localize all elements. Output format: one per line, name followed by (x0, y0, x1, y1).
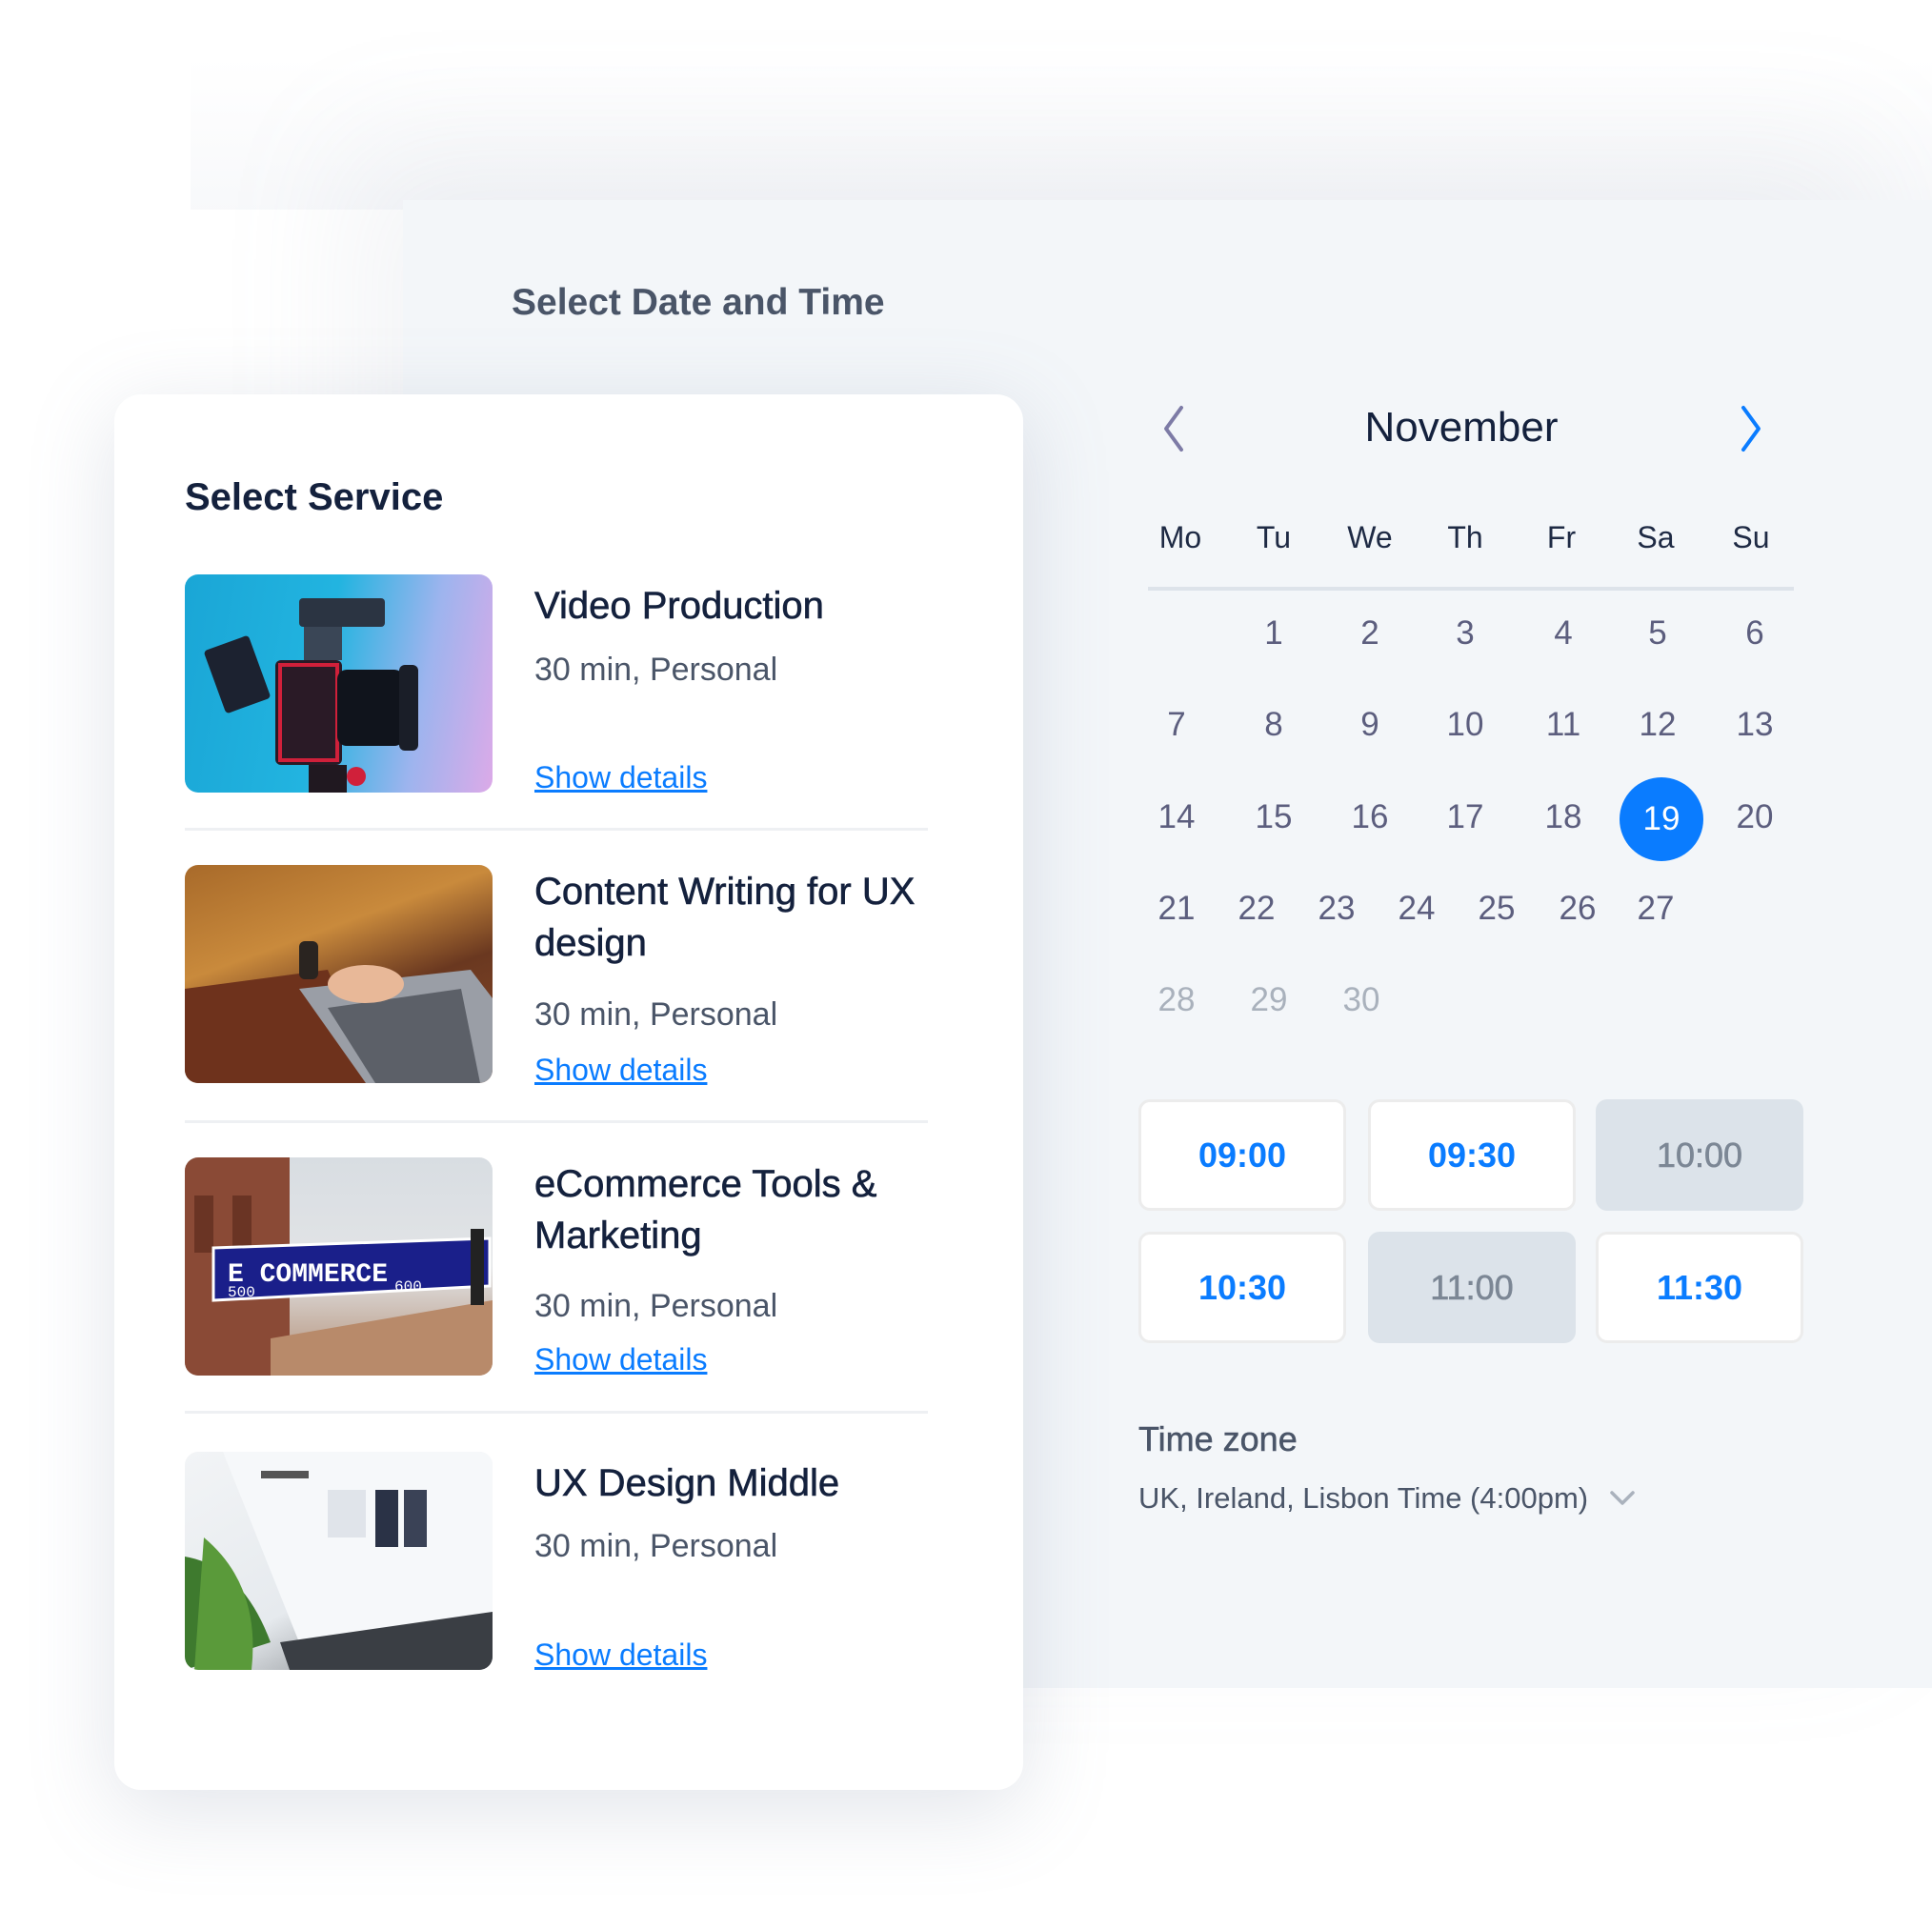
time-slot-available[interactable]: 09:00 (1138, 1099, 1346, 1211)
calendar-day[interactable]: 5 (1620, 614, 1696, 653)
month-label: November (1364, 404, 1559, 451)
calendar-day[interactable]: 21 (1138, 890, 1215, 928)
calendar-day[interactable]: 27 (1618, 890, 1694, 928)
calendar-day[interactable]: 6 (1717, 614, 1793, 653)
divider (185, 1411, 928, 1414)
service-title: UX Design Middle (534, 1462, 840, 1505)
weekday-label: Mo (1158, 520, 1202, 554)
calendar-day[interactable]: 7 (1138, 706, 1215, 744)
service-meta: 30 min, Personal (534, 652, 778, 688)
calendar-day[interactable]: 4 (1525, 614, 1601, 653)
calendar-day[interactable]: 24 (1379, 890, 1455, 928)
service-image-content-writing[interactable] (185, 865, 493, 1083)
time-slot-available[interactable]: 10:30 (1138, 1232, 1346, 1343)
chevron-right-icon (1741, 406, 1761, 452)
weekday-label: Th (1447, 520, 1483, 554)
calendar-day[interactable]: 20 (1717, 798, 1793, 836)
calendar-day[interactable]: 25 (1459, 890, 1535, 928)
service-image-video-production[interactable] (185, 574, 493, 793)
calendar-day[interactable]: 3 (1427, 614, 1503, 653)
time-slot-available[interactable]: 09:30 (1368, 1099, 1576, 1211)
divider (185, 828, 928, 831)
time-zone-label: Time zone (1138, 1419, 1298, 1459)
svg-text:500: 500 (228, 1284, 255, 1301)
calendar-day[interactable]: 1 (1236, 614, 1312, 653)
svg-text:600: 600 (394, 1278, 422, 1296)
calendar-day[interactable]: 29 (1231, 981, 1307, 1019)
calendar-day[interactable]: 2 (1332, 614, 1408, 653)
calendar-day[interactable]: 18 (1525, 798, 1601, 836)
calendar-day[interactable]: 14 (1138, 798, 1215, 836)
chevron-down-icon (1610, 1491, 1635, 1505)
service-meta: 30 min, Personal (534, 996, 778, 1033)
calendar-day[interactable]: 8 (1236, 706, 1312, 744)
weekday-label: Sa (1637, 520, 1675, 554)
laptop-typing-icon (185, 941, 493, 1083)
service-image-ux-design[interactable] (185, 1452, 493, 1670)
time-zone-select[interactable]: UK, Ireland, Lisbon Time (4:00pm) (1138, 1481, 1636, 1516)
calendar-day[interactable]: 28 (1138, 981, 1215, 1019)
calendar-day[interactable]: 26 (1540, 890, 1616, 928)
weekday-label: Fr (1546, 520, 1577, 554)
calendar-day[interactable]: 13 (1717, 706, 1793, 744)
service-meta: 30 min, Personal (534, 1288, 778, 1324)
calendar-day[interactable]: 12 (1620, 706, 1696, 744)
service-title: eCommerce Tools & Marketing (534, 1163, 877, 1257)
divider (185, 1120, 928, 1123)
service-title: Video Production (534, 585, 825, 628)
service-title: Content Writing for UX design (534, 871, 916, 965)
time-slot-unavailable[interactable]: 10:00 (1596, 1099, 1803, 1211)
calendar-day-selected[interactable]: 19 (1620, 777, 1703, 861)
service-image-ecommerce[interactable]: E COMMERCE 500 600 (185, 1157, 493, 1376)
calendar-day[interactable]: 30 (1323, 981, 1399, 1019)
weekday-label: We (1347, 520, 1393, 554)
calendar-day[interactable]: 9 (1332, 706, 1408, 744)
weekday-label: Tu (1256, 520, 1292, 554)
calendar-day[interactable]: 11 (1525, 706, 1601, 744)
time-slot-available[interactable]: 11:30 (1596, 1232, 1803, 1343)
time-slot-unavailable[interactable]: 11:00 (1368, 1232, 1576, 1343)
service-panel-title: Select Service (185, 476, 444, 518)
calendar-day[interactable]: 16 (1332, 798, 1408, 836)
service-meta: 30 min, Personal (534, 1528, 778, 1564)
show-details-link[interactable]: Show details (534, 1053, 707, 1088)
calendar-divider (1148, 587, 1794, 591)
time-zone-value: UK, Ireland, Lisbon Time (4:00pm) (1138, 1481, 1589, 1515)
date-time-title: Select Date and Time (512, 282, 885, 323)
background-shadow (191, 57, 1932, 210)
calendar-day[interactable]: 10 (1427, 706, 1503, 744)
monitor-icon (185, 1452, 493, 1670)
weekday-label: Su (1732, 520, 1770, 554)
calendar-day[interactable]: 22 (1218, 890, 1295, 928)
show-details-link[interactable]: Show details (534, 1638, 707, 1673)
calendar-day[interactable]: 23 (1298, 890, 1375, 928)
prev-month-button[interactable] (1155, 400, 1193, 457)
street-sign-icon: E COMMERCE 500 600 (185, 1157, 493, 1376)
calendar-day[interactable]: 17 (1427, 798, 1503, 836)
show-details-link[interactable]: Show details (534, 1342, 707, 1377)
calendar-day[interactable]: 15 (1236, 798, 1312, 836)
camera-icon (204, 598, 418, 793)
chevron-left-icon (1164, 406, 1183, 452)
next-month-button[interactable] (1732, 400, 1770, 457)
show-details-link[interactable]: Show details (534, 760, 707, 795)
